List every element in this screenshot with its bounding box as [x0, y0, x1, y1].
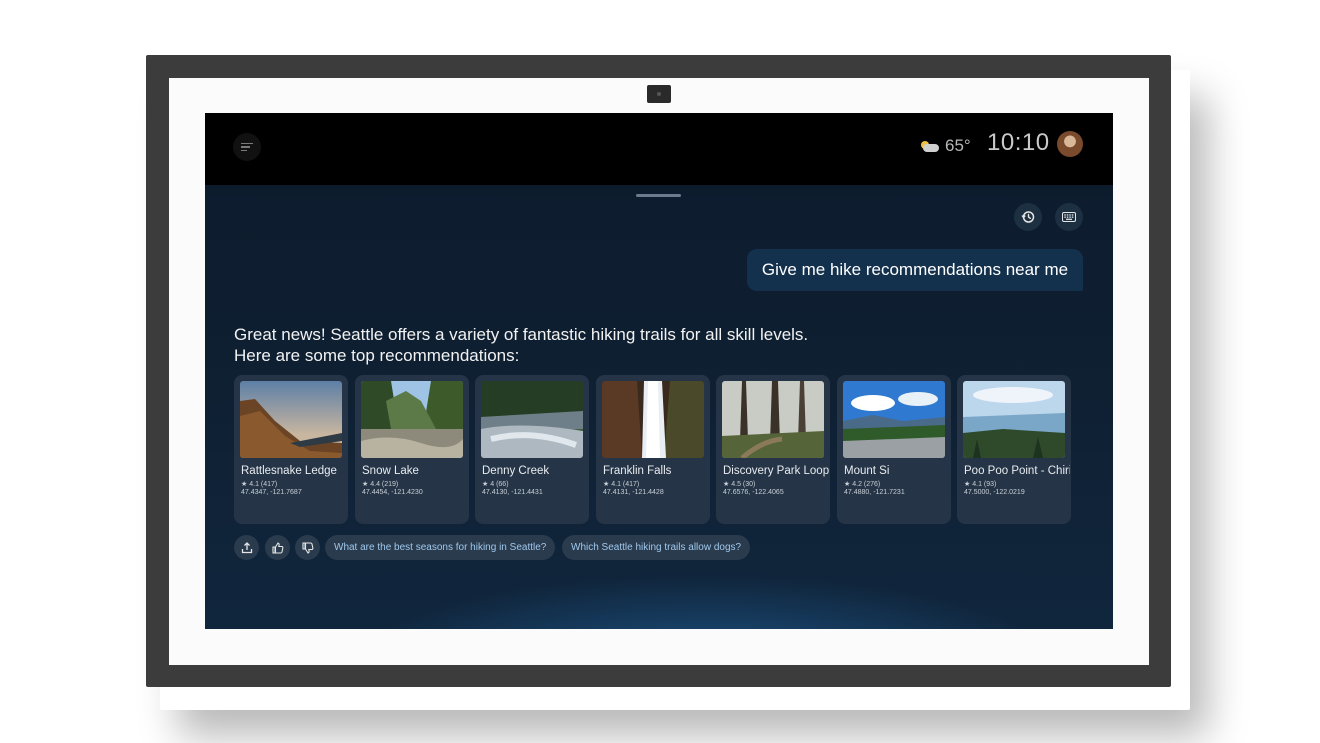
thumbs-down-icon: [301, 541, 313, 554]
trail-rating: ★ 4.1 (93): [964, 481, 997, 488]
star-icon: ★: [362, 481, 371, 488]
thumbs-up-icon: [271, 541, 283, 554]
trail-coords: 47.5000, -122.0219: [964, 489, 1025, 496]
trail-rating: ★ 4 (66): [482, 481, 509, 488]
share-icon: [241, 541, 252, 553]
trail-name: Snow Lake: [362, 465, 419, 477]
trail-photo: [602, 381, 704, 458]
trail-photo: [240, 381, 342, 458]
clock: 10:10: [987, 129, 1050, 156]
trail-card[interactable]: Snow Lake ★ 4.4 (219) 47.4454, -121.4230: [355, 375, 469, 524]
trail-card[interactable]: Discovery Park Loop ★ 4.5 (30) 47.6576, …: [716, 375, 830, 524]
device-screen: 65° 10:10 Give me hike recommendations n…: [205, 113, 1113, 629]
trail-name: Franklin Falls: [603, 465, 672, 477]
keyboard-button[interactable]: [1055, 203, 1083, 231]
suggestion-chip[interactable]: What are the best seasons for hiking in …: [325, 535, 556, 560]
trail-card[interactable]: Rattlesnake Ledge ★ 4.1 (417) 47.4347, -…: [234, 375, 348, 524]
trail-card[interactable]: Poo Poo Point - Chirico Trail ★ 4.1 (93)…: [957, 375, 1071, 524]
trail-card[interactable]: Denny Creek ★ 4 (66) 47.4130, -121.4431: [475, 375, 589, 524]
keyboard-icon: [1062, 212, 1076, 222]
menu-icon: [241, 141, 253, 154]
drag-handle[interactable]: [636, 194, 681, 197]
trail-name: Mount Si: [844, 465, 890, 477]
trail-coords: 47.4131, -121.4428: [603, 489, 664, 496]
dislike-button[interactable]: [295, 535, 320, 560]
star-icon: ★: [844, 481, 853, 488]
trail-card[interactable]: Mount Si ★ 4.2 (276) 47.4880, -121.7231: [837, 375, 951, 524]
weather-widget[interactable]: 65°: [919, 135, 971, 157]
trail-name: Poo Poo Point - Chirico Trail: [964, 465, 1070, 477]
camera-icon: [647, 85, 671, 103]
trail-card[interactable]: Franklin Falls ★ 4.1 (417) 47.4131, -121…: [596, 375, 710, 524]
trail-rating: ★ 4.2 (276): [844, 481, 881, 488]
trail-rating: ★ 4.1 (417): [241, 481, 278, 488]
star-icon: ★: [482, 481, 491, 488]
history-button[interactable]: [1014, 203, 1042, 231]
suggestion-chip[interactable]: Which Seattle hiking trails allow dogs?: [562, 535, 751, 560]
temperature: 65°: [945, 136, 971, 155]
trail-photo: [843, 381, 945, 458]
status-bar: 65° 10:10: [205, 113, 1113, 185]
trail-coords: 47.4347, -121.7687: [241, 489, 302, 496]
trail-rating: ★ 4.5 (30): [723, 481, 756, 488]
trail-photo: [361, 381, 463, 458]
trail-coords: 47.4880, -121.7231: [844, 489, 905, 496]
star-icon: ★: [603, 481, 612, 488]
trail-photo: [963, 381, 1065, 458]
history-icon: [1021, 211, 1035, 223]
trail-rating: ★ 4.4 (219): [362, 481, 399, 488]
trail-name: Denny Creek: [482, 465, 550, 477]
star-icon: ★: [241, 481, 250, 488]
star-icon: ★: [964, 481, 973, 488]
trail-name: Rattlesnake Ledge: [241, 465, 337, 477]
trail-carousel[interactable]: Rattlesnake Ledge ★ 4.1 (417) 47.4347, -…: [234, 375, 1084, 525]
trail-coords: 47.4454, -121.4230: [362, 489, 423, 496]
menu-button[interactable]: [233, 133, 261, 161]
trail-photo: [722, 381, 824, 458]
trail-coords: 47.4130, -121.4431: [482, 489, 543, 496]
trail-photo: [481, 381, 583, 458]
trail-coords: 47.6576, -122.4065: [723, 489, 784, 496]
assistant-reply: Great news! Seattle offers a variety of …: [234, 325, 809, 365]
trail-name: Discovery Park Loop: [723, 465, 829, 477]
avatar[interactable]: [1057, 131, 1083, 157]
star-icon: ★: [723, 481, 732, 488]
like-button[interactable]: [265, 535, 290, 560]
partly-cloudy-icon: [919, 139, 941, 153]
share-button[interactable]: [234, 535, 259, 560]
user-message: Give me hike recommendations near me: [747, 249, 1083, 291]
trail-rating: ★ 4.1 (417): [603, 481, 640, 488]
